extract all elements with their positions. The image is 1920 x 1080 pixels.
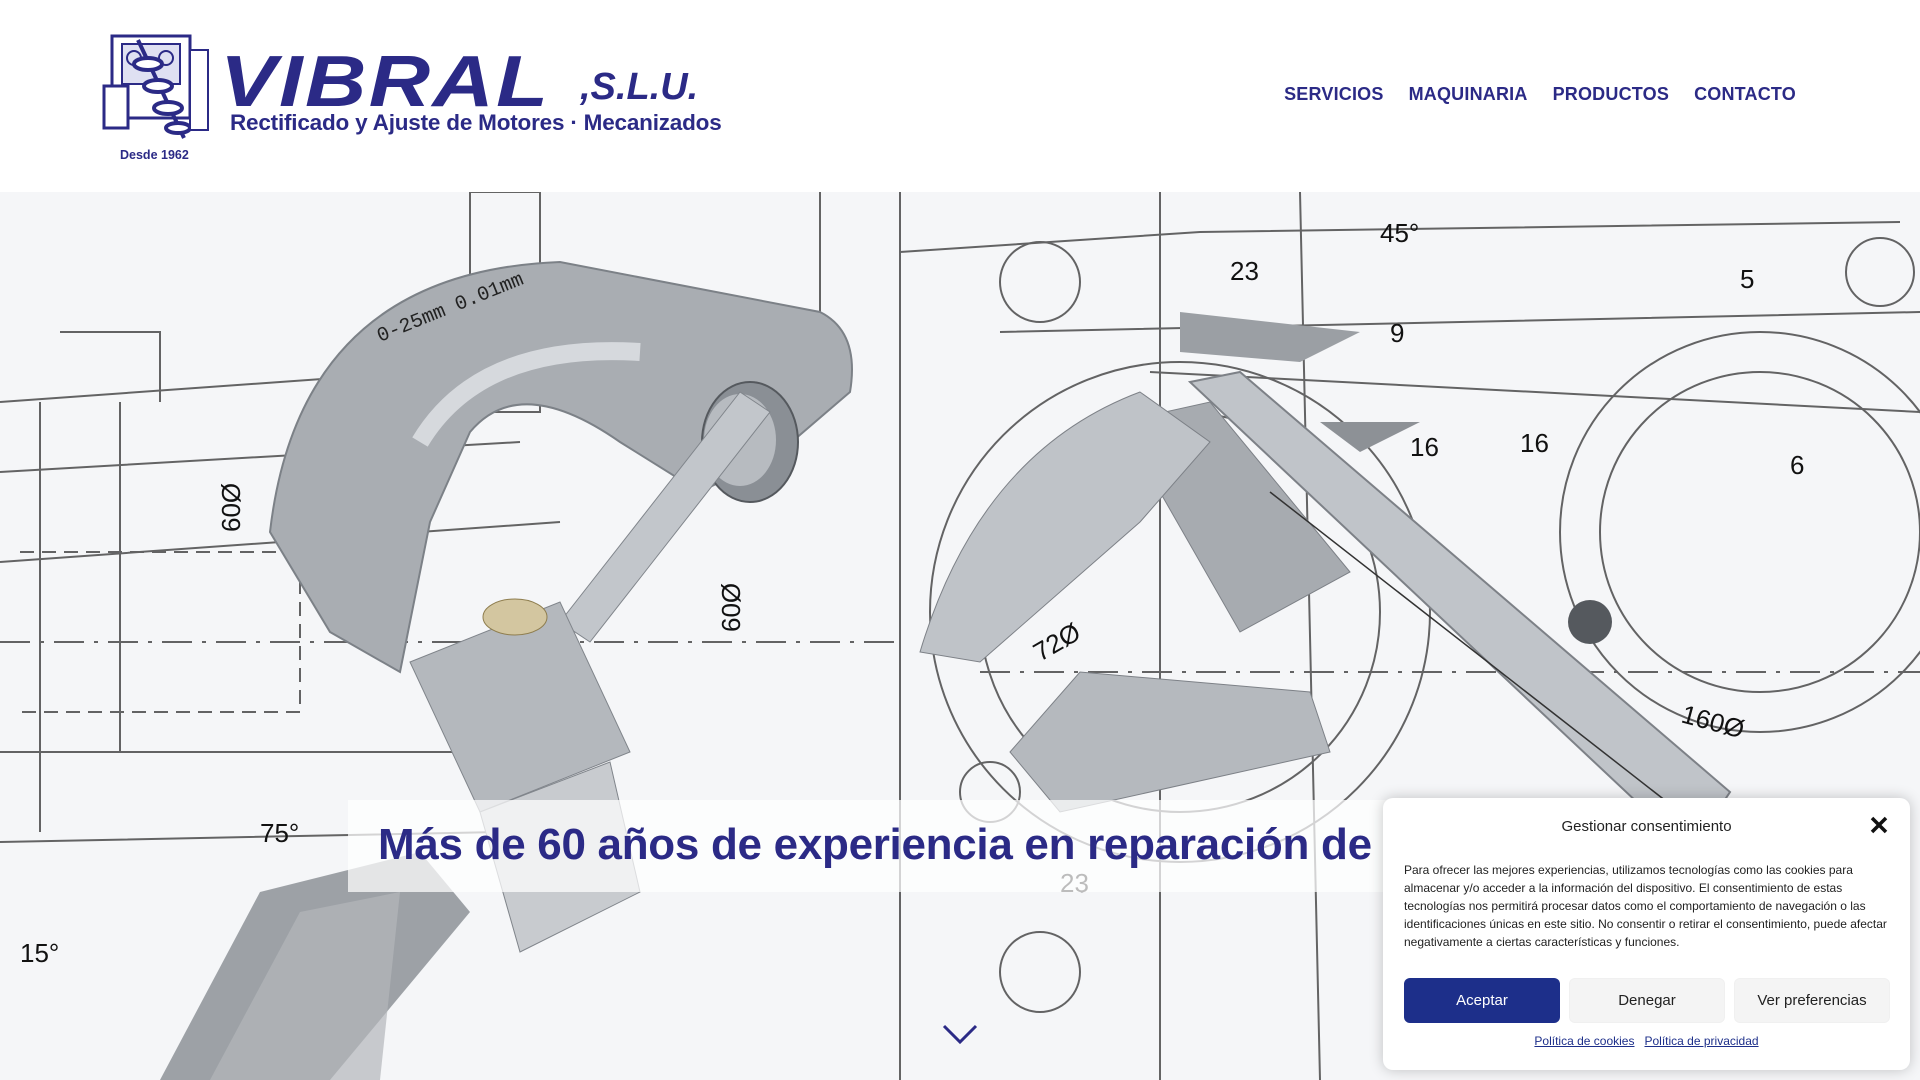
main-nav: SERVICIOS MAQUINARIA PRODUCTOS CONTACTO <box>1284 84 1796 105</box>
brand-tagline: Rectificado y Ajuste de Motores · Mecani… <box>230 110 722 135</box>
scroll-down-chevron-icon[interactable] <box>940 1022 980 1046</box>
close-icon[interactable] <box>1866 812 1892 838</box>
svg-text:9: 9 <box>1390 318 1404 348</box>
cookie-dialog-title: Gestionar consentimiento <box>1561 818 1732 835</box>
brand-name: VIBRAL <box>220 42 551 122</box>
accept-button[interactable]: Aceptar <box>1404 978 1560 1023</box>
nav-item-productos[interactable]: PRODUCTOS <box>1553 84 1669 105</box>
brand-suffix: ,S.L.U. <box>580 66 699 108</box>
svg-text:60Ø: 60Ø <box>716 583 746 632</box>
brand-since: Desde 1962 <box>120 148 189 162</box>
svg-text:45°: 45° <box>1380 218 1419 248</box>
site-logo[interactable]: VIBRAL ,S.L.U. Rectificado y Ajuste de M… <box>98 30 722 165</box>
svg-text:23: 23 <box>1230 256 1259 286</box>
view-preferences-button[interactable]: Ver preferencias <box>1734 978 1890 1023</box>
svg-text:5: 5 <box>1740 264 1754 294</box>
hero-headline: Más de 60 años de experiencia en reparac… <box>378 820 1401 869</box>
deny-button[interactable]: Denegar <box>1569 978 1725 1023</box>
svg-text:15°: 15° <box>20 938 59 968</box>
crankshaft-logo-icon <box>102 34 209 139</box>
cookie-policy-links: Política de cookies Política de privacid… <box>1383 1034 1910 1048</box>
site-header: VIBRAL ,S.L.U. Rectificado y Ajuste de M… <box>0 0 1920 192</box>
svg-text:6: 6 <box>1790 450 1804 480</box>
privacy-policy-link[interactable]: Política de privacidad <box>1644 1034 1758 1048</box>
cookie-consent-dialog: Gestionar consentimiento Para ofrecer la… <box>1383 798 1910 1070</box>
nav-item-contacto[interactable]: CONTACTO <box>1694 84 1796 105</box>
svg-text:16: 16 <box>1410 432 1439 462</box>
svg-text:16: 16 <box>1520 428 1549 458</box>
svg-text:75°: 75° <box>260 818 299 848</box>
cookie-policy-link[interactable]: Política de cookies <box>1534 1034 1634 1048</box>
cookie-dialog-text: Para ofrecer las mejores experiencias, u… <box>1404 863 1887 949</box>
nav-item-servicios[interactable]: SERVICIOS <box>1284 84 1384 105</box>
nav-item-maquinaria[interactable]: MAQUINARIA <box>1409 84 1528 105</box>
svg-text:60Ø: 60Ø <box>216 483 246 532</box>
